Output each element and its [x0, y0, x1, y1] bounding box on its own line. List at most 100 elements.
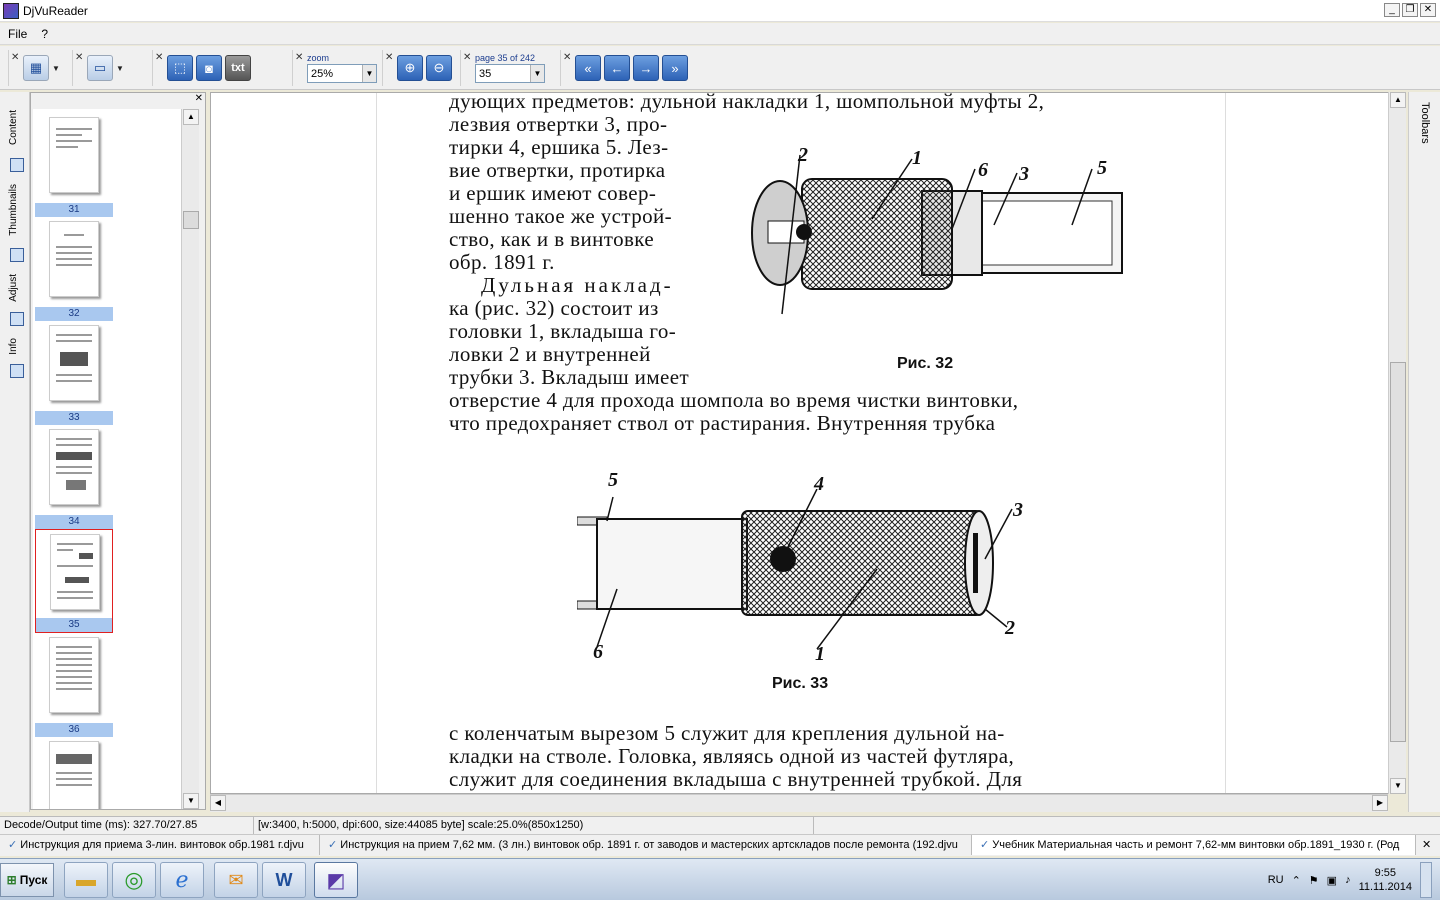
figure-32-callout: 5 [1097, 157, 1107, 179]
language-indicator[interactable]: RU [1268, 874, 1284, 886]
chevron-down-icon[interactable]: ▼ [362, 65, 376, 82]
tab-info[interactable]: Info [8, 338, 19, 355]
thumbnails-icon[interactable] [10, 248, 24, 262]
internet-explorer-taskbar-button[interactable]: ℯ [160, 862, 204, 898]
thumbnail-item[interactable]: 32 [35, 217, 113, 321]
thumbnail-item[interactable]: 36 [35, 633, 113, 737]
content-icon[interactable] [10, 158, 24, 172]
thumbnail-item[interactable] [35, 737, 113, 809]
page-text-line: ство, как и в винтовке [449, 227, 655, 251]
scroll-up-icon[interactable]: ▲ [1390, 92, 1406, 108]
document-view[interactable]: дующих предметов: дульной накладки 1, шо… [210, 92, 1406, 794]
close-icon[interactable]: ✕ [75, 52, 83, 63]
figure-33-callout: 5 [608, 469, 618, 491]
chevron-down-icon[interactable]: ▼ [530, 65, 544, 82]
close-icon[interactable]: ✕ [563, 52, 571, 63]
document-tab[interactable]: ✓ Инструкция на прием 7,62 мм. (3 лн.) в… [320, 835, 972, 855]
prev-page-button[interactable]: ← [604, 55, 630, 81]
menu-help[interactable]: ? [41, 27, 48, 41]
close-icon[interactable]: ✕ [195, 93, 203, 104]
scrollbar-thumb[interactable] [1390, 362, 1406, 742]
chevron-down-icon[interactable]: ▼ [52, 64, 60, 73]
chevron-down-icon[interactable]: ▼ [116, 64, 124, 73]
last-page-button[interactable]: » [662, 55, 688, 81]
thumbnail-item[interactable]: 34 [35, 425, 113, 529]
thumbnails-scrollbar[interactable]: ▲ ▼ [181, 109, 199, 809]
page-text-line: кладки на стволе. Головка, являясь одной… [449, 744, 1015, 768]
wrench-icon[interactable] [10, 312, 24, 326]
tab-thumbnails[interactable]: Thumbnails [8, 184, 19, 236]
tray-expand-icon[interactable]: ⌃ [1292, 874, 1301, 887]
word-taskbar-button[interactable]: W [262, 862, 306, 898]
clock[interactable]: 9:55 11.11.2014 [1359, 866, 1412, 894]
thumbnail-item[interactable]: 33 [35, 321, 113, 425]
zoom-out-button[interactable]: ⊖ [426, 55, 452, 81]
tab-toolbars[interactable]: Toolbars [1419, 102, 1431, 144]
tab-adjust[interactable]: Adjust [8, 274, 19, 302]
outlook-taskbar-button[interactable]: ✉ [214, 862, 258, 898]
explorer-taskbar-button[interactable]: ▬ [64, 862, 108, 898]
zoom-combo[interactable]: 25% ▼ [307, 64, 377, 83]
scroll-down-icon[interactable]: ▼ [183, 793, 199, 809]
thumbnail-number: 34 [35, 515, 113, 529]
close-icon[interactable]: ✕ [385, 52, 393, 63]
check-icon: ✓ [980, 839, 990, 851]
icq-taskbar-button[interactable]: ◎ [112, 862, 156, 898]
page-combo[interactable]: 35 ▼ [475, 64, 545, 83]
thumbnail-item-selected[interactable]: 35 [35, 529, 113, 633]
scroll-up-icon[interactable]: ▲ [183, 109, 199, 125]
document-tab[interactable]: ✓ Инструкция для приема 3-лин. винтовок … [0, 835, 320, 855]
document-tabs: ✓ Инструкция для приема 3-лин. винтовок … [0, 834, 1440, 856]
close-icon[interactable]: ✕ [295, 52, 303, 63]
check-icon: ✓ [328, 839, 338, 851]
scrollbar-thumb[interactable] [183, 211, 199, 229]
text-select-button[interactable]: txt [225, 55, 251, 81]
status-bar: Decode/Output time (ms): 327.70/27.85 [w… [0, 816, 1440, 834]
thumbnail-page [50, 534, 100, 610]
flag-icon[interactable]: ⚑ [1309, 874, 1319, 887]
document-vertical-scrollbar[interactable]: ▲ ▼ [1388, 92, 1406, 794]
zoom-out-icon: ⊖ [433, 60, 445, 75]
figure-33-callout: 6 [593, 641, 603, 663]
close-icon[interactable]: ✕ [11, 52, 19, 63]
first-page-button[interactable]: « [575, 55, 601, 81]
image-select-button[interactable]: ◙ [196, 55, 222, 81]
document-horizontal-scrollbar[interactable]: ◀ ▶ [210, 794, 1388, 812]
figure-33-caption: Рис. 33 [772, 675, 829, 692]
close-icon[interactable]: ✕ [463, 52, 471, 63]
toolbar-group-navigation: ✕ « ← → » [560, 50, 700, 86]
tab-content[interactable]: Content [8, 110, 19, 145]
close-icon[interactable]: ✕ [155, 52, 163, 63]
document-tab-active[interactable]: ✓ Учебник Материальная часть и ремонт 7,… [972, 835, 1416, 855]
maximize-button[interactable]: ❐ [1402, 3, 1418, 17]
network-icon[interactable]: ▣ [1327, 874, 1337, 887]
menu-file[interactable]: File [8, 27, 27, 41]
close-button[interactable]: ✕ [1420, 3, 1436, 17]
volume-icon[interactable]: ♪ [1345, 874, 1351, 886]
thumbnail-page [49, 637, 99, 713]
single-page-button[interactable]: ▭ [87, 55, 113, 81]
zoom-in-button[interactable]: ⊕ [397, 55, 423, 81]
minimize-button[interactable]: _ [1384, 3, 1400, 17]
figure-32-illustration [751, 154, 1123, 315]
folder-icon: ▬ [76, 868, 96, 891]
djvureader-taskbar-button[interactable]: ◩ [314, 862, 358, 898]
layout-button[interactable]: ▦ [23, 55, 49, 81]
info-icon[interactable] [10, 364, 24, 378]
figure-33-callout: 4 [814, 473, 824, 495]
outlook-icon: ✉ [228, 869, 244, 890]
scroll-left-icon[interactable]: ◀ [210, 795, 226, 811]
close-icon[interactable]: ✕ [1416, 835, 1437, 856]
zoom-value: 25% [311, 67, 334, 80]
page-value: 35 [479, 67, 492, 80]
scroll-right-icon[interactable]: ▶ [1372, 795, 1388, 811]
select-rect-button[interactable]: ⬚ [167, 55, 193, 81]
page-text-line: служит для соединения вкладыша с внутрен… [449, 767, 1023, 791]
next-page-button[interactable]: → [633, 55, 659, 81]
thumbnail-item[interactable]: 31 [35, 113, 113, 217]
show-desktop-button[interactable] [1420, 862, 1432, 898]
toolbar-group-select: ✕ ⬚ ◙ txt [152, 50, 262, 86]
page-icon: ▭ [93, 60, 107, 75]
start-button[interactable]: ⊞ Пуск [0, 863, 54, 897]
scroll-down-icon[interactable]: ▼ [1390, 778, 1406, 794]
